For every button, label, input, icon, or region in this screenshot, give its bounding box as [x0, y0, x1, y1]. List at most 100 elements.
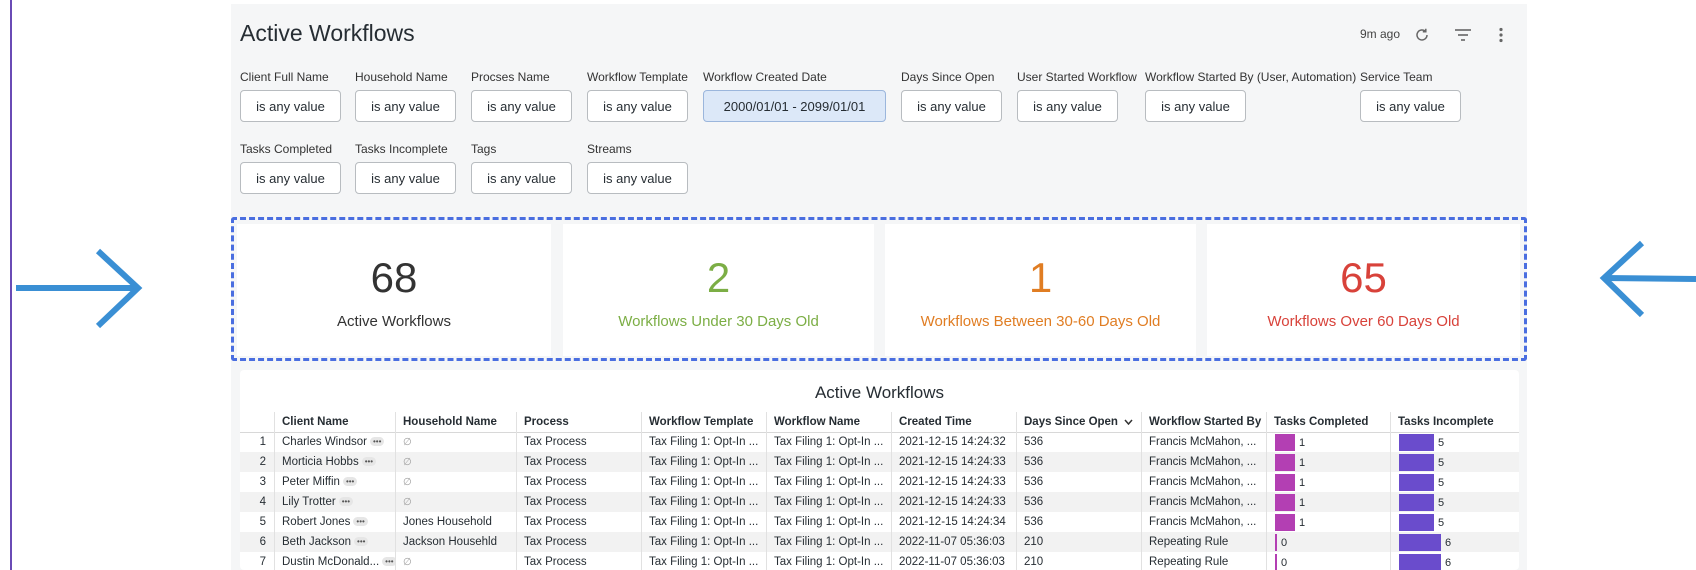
more-options-icon[interactable]: •••: [354, 537, 369, 547]
filter-input[interactable]: is any value: [355, 90, 456, 122]
tasks-incomplete-value: 5: [1438, 517, 1445, 529]
cell-template: Tax Filing 1: Opt-In ...: [641, 432, 766, 452]
column-header[interactable]: Workflow Started By: [1141, 412, 1266, 432]
workflows-table-card: Active Workflows Client Name Household N…: [240, 370, 1519, 570]
cell-text: Tax Process: [524, 436, 587, 448]
filter-label: Workflow Template: [587, 70, 688, 84]
table-row[interactable]: 1 Charles Windsor ••• ∅ Tax Process Tax Filin…: [240, 432, 1519, 452]
cell-text: Tax Filing 1: Opt-In ...: [774, 436, 884, 448]
more-options-icon[interactable]: •••: [353, 517, 368, 527]
kpi-highlight-frame: [231, 217, 1527, 361]
filter-input[interactable]: is any value: [240, 90, 341, 122]
cell-text: Robert Jones: [282, 516, 351, 528]
cell-text: Tax Filing 1: Opt-In ...: [774, 496, 884, 508]
more-options-icon[interactable]: •••: [370, 437, 385, 447]
filter-input[interactable]: is any value: [1017, 90, 1118, 122]
dashboard-title: Active Workflows: [240, 20, 415, 46]
table-row[interactable]: 6 Beth Jackson ••• Jackson Househld Tax Proc…: [240, 532, 1519, 552]
tasks-completed-value: 1: [1299, 437, 1306, 449]
cell-days: 210: [1016, 552, 1141, 570]
cell-name: Tax Filing 1: Opt-In ...: [766, 552, 891, 570]
column-header[interactable]: Tasks Incomplete: [1390, 412, 1514, 432]
row-number: 4: [259, 496, 266, 508]
tasks-completed-bar: [1275, 434, 1295, 451]
tasks-completed-value: 0: [1281, 537, 1288, 549]
cell-text: Tax Process: [524, 516, 587, 528]
column-header[interactable]: Client Name: [274, 412, 395, 432]
cell-started-by: Francis McMahon, ...: [1141, 512, 1266, 532]
cell-text: Beth Jackson: [282, 536, 352, 548]
filter-label: Client Full Name: [240, 70, 329, 84]
tasks-incomplete-bar: [1399, 514, 1434, 531]
cell-text: Tax Filing 1: Opt-In ...: [774, 536, 884, 548]
cell-text: Francis McMahon, ...: [1149, 516, 1257, 528]
cell-client: Peter Miffin •••: [274, 472, 395, 492]
filter-input[interactable]: is any value: [471, 162, 572, 194]
filter-input[interactable]: is any value: [587, 162, 688, 194]
cell-process: Tax Process: [516, 432, 641, 452]
filter-input[interactable]: is any value: [1145, 90, 1246, 122]
cell-tasks-incomplete: 5: [1390, 452, 1514, 472]
last-updated-label: 9m ago: [1360, 27, 1401, 41]
cell-text: Jackson Househld: [403, 536, 497, 548]
null-value-icon: ∅: [395, 432, 516, 452]
column-header[interactable]: Created Time: [891, 412, 1016, 432]
table-row[interactable]: 3 Peter Miffin ••• ∅ Tax Process Tax Filing 1…: [240, 472, 1519, 492]
cell-process: Tax Process: [516, 512, 641, 532]
table-row[interactable]: 2 Morticia Hobbs ••• ∅ Tax Process Tax Filing…: [240, 452, 1519, 472]
column-header[interactable]: Workflow Template: [641, 412, 766, 432]
cell-household: Jackson Househld: [395, 532, 516, 552]
cell-client: Lily Trotter •••: [274, 492, 395, 512]
cell-days: 536: [1016, 452, 1141, 472]
arrow-right-icon: [16, 248, 143, 329]
filter-input[interactable]: is any value: [240, 162, 341, 194]
filter-label: Days Since Open: [901, 70, 995, 84]
sort-descending-icon[interactable]: [1124, 412, 1133, 432]
more-options-icon[interactable]: •••: [361, 457, 377, 467]
table-row[interactable]: 4 Lily Trotter ••• ∅ Tax Process Tax Filing 1…: [240, 492, 1519, 512]
more-options-icon[interactable]: •••: [342, 477, 358, 487]
filter-date-range-input[interactable]: 2000/01/01 - 2099/01/01: [703, 90, 886, 122]
filter-input[interactable]: is any value: [1360, 90, 1461, 122]
column-header[interactable]: Workflow Name: [766, 412, 891, 432]
filter-input[interactable]: is any value: [355, 162, 456, 194]
cell-text: Jones Household: [403, 516, 492, 528]
refresh-icon[interactable]: [1411, 24, 1433, 46]
cell-tasks-incomplete: 5: [1390, 432, 1514, 452]
cell-started-by: Francis McMahon, ...: [1141, 432, 1266, 452]
tasks-incomplete-bar: [1399, 534, 1441, 551]
filter-input[interactable]: is any value: [587, 90, 688, 122]
tasks-incomplete-bar: [1399, 554, 1441, 570]
row-number: 2: [259, 456, 266, 468]
cell-client: Morticia Hobbs •••: [274, 452, 395, 472]
column-header[interactable]: Household Name: [395, 412, 516, 432]
tasks-completed-bar: [1275, 454, 1295, 471]
column-header-sorted[interactable]: Days Since Open: [1016, 412, 1141, 432]
more-options-icon[interactable]: •••: [338, 497, 354, 507]
tasks-incomplete-value: 5: [1438, 477, 1445, 489]
table-row[interactable]: 7 Dustin McDonald... ••• ∅ Tax Process Tax Fi…: [240, 552, 1519, 570]
column-header[interactable]: Process: [516, 412, 641, 432]
cell-text: Tax Process: [524, 476, 587, 488]
tasks-incomplete-bar: [1399, 494, 1434, 511]
cell-text: 2021-12-15 14:24:33: [899, 496, 1006, 508]
row-number: 3: [259, 476, 266, 488]
tasks-incomplete-value: 6: [1445, 557, 1452, 569]
tasks-completed-bar: [1275, 474, 1295, 491]
tasks-completed-value: 1: [1299, 477, 1306, 489]
cell-text: Francis McMahon, ...: [1149, 436, 1257, 448]
column-header[interactable]: Tasks Completed: [1266, 412, 1390, 432]
cell-tasks-incomplete: 6: [1390, 532, 1514, 552]
more-options-icon[interactable]: •••: [382, 557, 395, 567]
arrow-left-icon: [1599, 240, 1696, 318]
more-vert-icon[interactable]: [1490, 24, 1512, 46]
filter-input[interactable]: is any value: [471, 90, 572, 122]
cell-template: Tax Filing 1: Opt-In ...: [641, 492, 766, 512]
row-number: 5: [259, 516, 266, 528]
filter-input[interactable]: is any value: [901, 90, 1002, 122]
cell-text: Lily Trotter: [282, 496, 336, 508]
cell-text: 210: [1024, 556, 1044, 568]
cell-days: 536: [1016, 432, 1141, 452]
table-row[interactable]: 5 Robert Jones ••• Jones Household Tax Proce…: [240, 512, 1519, 532]
filter-icon[interactable]: [1452, 24, 1474, 46]
